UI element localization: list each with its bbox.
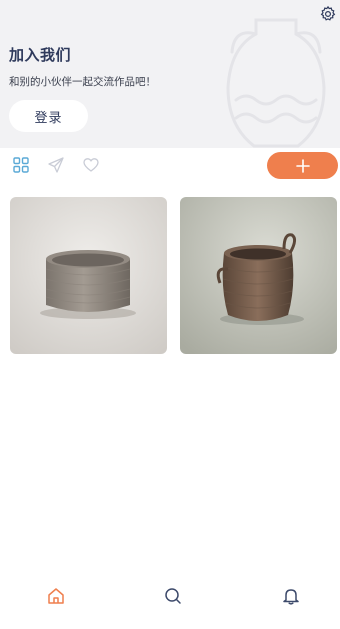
heart-icon <box>83 158 99 172</box>
vase-illustration <box>226 18 326 148</box>
nav-notifications[interactable] <box>280 585 302 607</box>
nav-search[interactable] <box>162 585 184 607</box>
profile-screen: 加入我们 和别的小伙伴一起交流作品吧！ 登录 <box>0 0 340 629</box>
gallery-item-handled-pot[interactable] <box>180 197 337 354</box>
search-icon <box>165 588 181 604</box>
join-subtitle: 和别的小伙伴一起交流作品吧！ <box>9 76 156 88</box>
home-icon <box>48 588 64 604</box>
join-banner: 加入我们 和别的小伙伴一起交流作品吧！ 登录 <box>0 0 340 148</box>
gallery-item-cylinder-pot[interactable] <box>10 197 167 354</box>
nav-home[interactable] <box>45 585 67 607</box>
login-button[interactable]: 登录 <box>9 100 88 132</box>
gear-icon <box>320 5 336 21</box>
add-work-button[interactable] <box>267 152 338 179</box>
tab-works[interactable] <box>12 156 30 174</box>
tab-favorites[interactable] <box>82 156 100 174</box>
join-title: 加入我们 <box>9 46 72 64</box>
clay-cylinder-pot-image <box>10 197 167 354</box>
grid-icon <box>13 157 29 173</box>
plus-icon <box>295 158 310 173</box>
settings-button[interactable] <box>318 4 338 24</box>
tab-shared[interactable] <box>47 156 65 174</box>
bell-icon <box>283 589 299 605</box>
clay-pot-with-handles-image <box>180 197 337 354</box>
paper-plane-icon <box>48 157 64 173</box>
